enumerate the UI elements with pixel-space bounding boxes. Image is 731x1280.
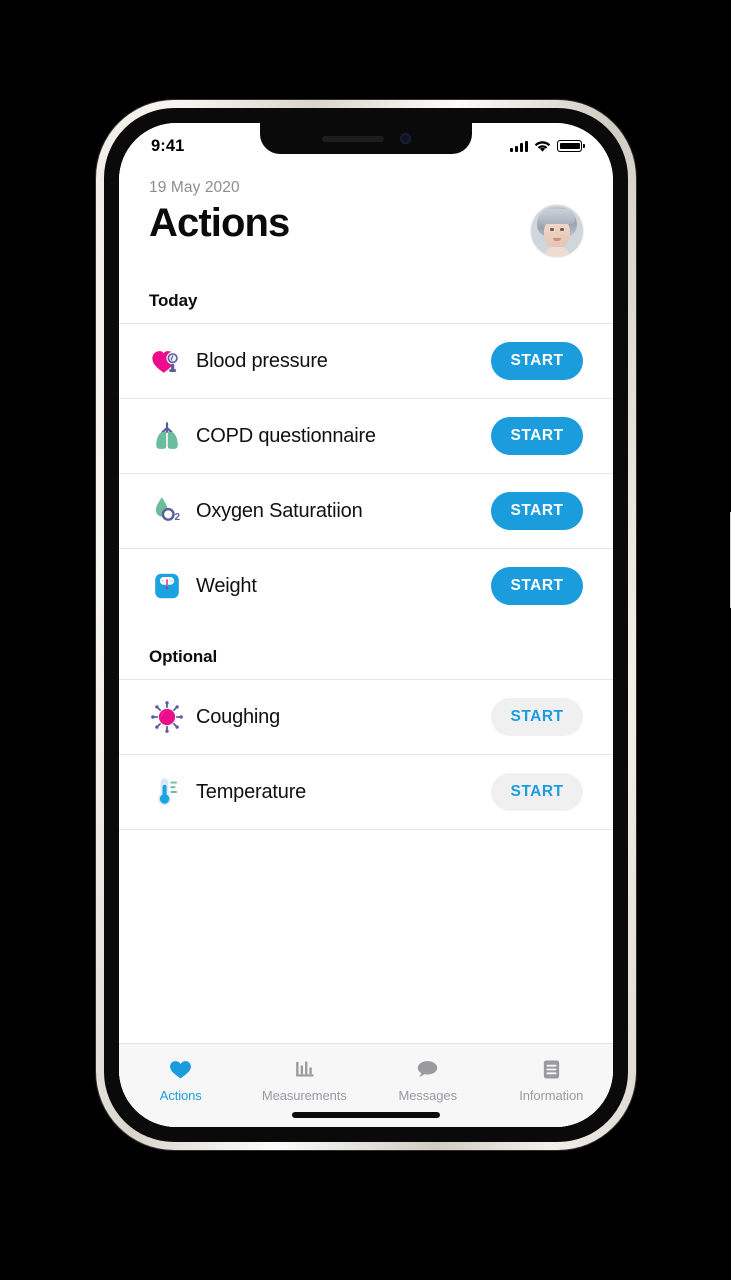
bar-chart-icon [292, 1056, 317, 1082]
section-today: Today Blood pressure START COPD questionn… [119, 291, 613, 623]
lungs-icon [149, 418, 185, 454]
action-row-label: Temperature [196, 780, 307, 803]
action-row-label: Weight [196, 574, 257, 597]
page-title: Actions [149, 201, 290, 245]
start-button[interactable]: START [491, 417, 583, 455]
status-bar-time: 9:41 [151, 136, 185, 155]
section-optional: Optional Coughing START Temperature STAR… [119, 623, 613, 829]
weight-scale-icon [149, 568, 185, 604]
phone-screen: 9:41 19 May 2020 Actions Today Blood pre… [119, 123, 613, 1127]
start-button[interactable]: START [491, 698, 583, 736]
home-indicator[interactable] [292, 1112, 440, 1118]
action-row[interactable]: Coughing START [119, 679, 613, 754]
action-row[interactable]: Blood pressure START [119, 323, 613, 398]
tab-measurements[interactable]: Measurements [243, 1056, 367, 1103]
tab-label: Information [519, 1088, 584, 1103]
list-empty-space [119, 829, 613, 1043]
wifi-icon [535, 140, 551, 152]
phone-bezel: 9:41 19 May 2020 Actions Today Blood pre… [104, 108, 628, 1142]
action-row-label: Coughing [196, 705, 281, 728]
header-date: 19 May 2020 [149, 179, 240, 196]
section-title: Today [149, 291, 198, 310]
battery-full-icon [557, 140, 585, 152]
status-bar-indicators [510, 140, 585, 153]
speech-bubble-icon [415, 1056, 440, 1082]
action-row[interactable]: COPD questionnaire START [119, 398, 613, 473]
action-row-label: COPD questionnaire [196, 424, 376, 447]
start-button[interactable]: START [491, 773, 583, 811]
start-button[interactable]: START [491, 567, 583, 605]
avatar[interactable] [531, 205, 583, 257]
tab-label: Messages [398, 1088, 458, 1103]
blood-pressure-icon [149, 343, 185, 379]
cellular-signal-icon [510, 140, 529, 152]
tab-label: Actions [159, 1088, 202, 1103]
action-row-label: Blood pressure [196, 349, 328, 372]
start-button[interactable]: START [491, 492, 583, 530]
oxygen-saturation-icon: 2 [149, 493, 185, 529]
thermometer-icon [149, 774, 185, 810]
tab-actions[interactable]: Actions [119, 1056, 243, 1103]
header-text-block: 19 May 2020 Actions [149, 179, 531, 246]
action-row[interactable]: 2 Oxygen Saturatiion START [119, 473, 613, 548]
heart-icon [168, 1056, 193, 1082]
actions-list: Today Blood pressure START COPD questionn… [119, 291, 613, 829]
svg-text:2: 2 [175, 512, 181, 523]
app-body: 19 May 2020 Actions Today Blood pressure… [119, 123, 613, 1043]
action-row-label: Oxygen Saturatiion [196, 499, 363, 522]
action-row[interactable]: Temperature START [119, 754, 613, 829]
virus-icon [149, 699, 185, 735]
start-button[interactable]: START [491, 342, 583, 380]
earpiece-speaker-icon [321, 135, 384, 142]
phone-frame: 9:41 19 May 2020 Actions Today Blood pre… [96, 100, 731, 1150]
section-title: Optional [149, 647, 218, 666]
app-screen: 9:41 19 May 2020 Actions Today Blood pre… [119, 123, 613, 1127]
document-icon [539, 1056, 564, 1082]
notch [260, 123, 472, 154]
tab-label: Measurements [261, 1088, 347, 1103]
tab-information[interactable]: Information [490, 1056, 614, 1103]
action-row[interactable]: Weight START [119, 548, 613, 623]
tab-messages[interactable]: Messages [366, 1056, 490, 1103]
front-camera-icon [399, 133, 411, 144]
